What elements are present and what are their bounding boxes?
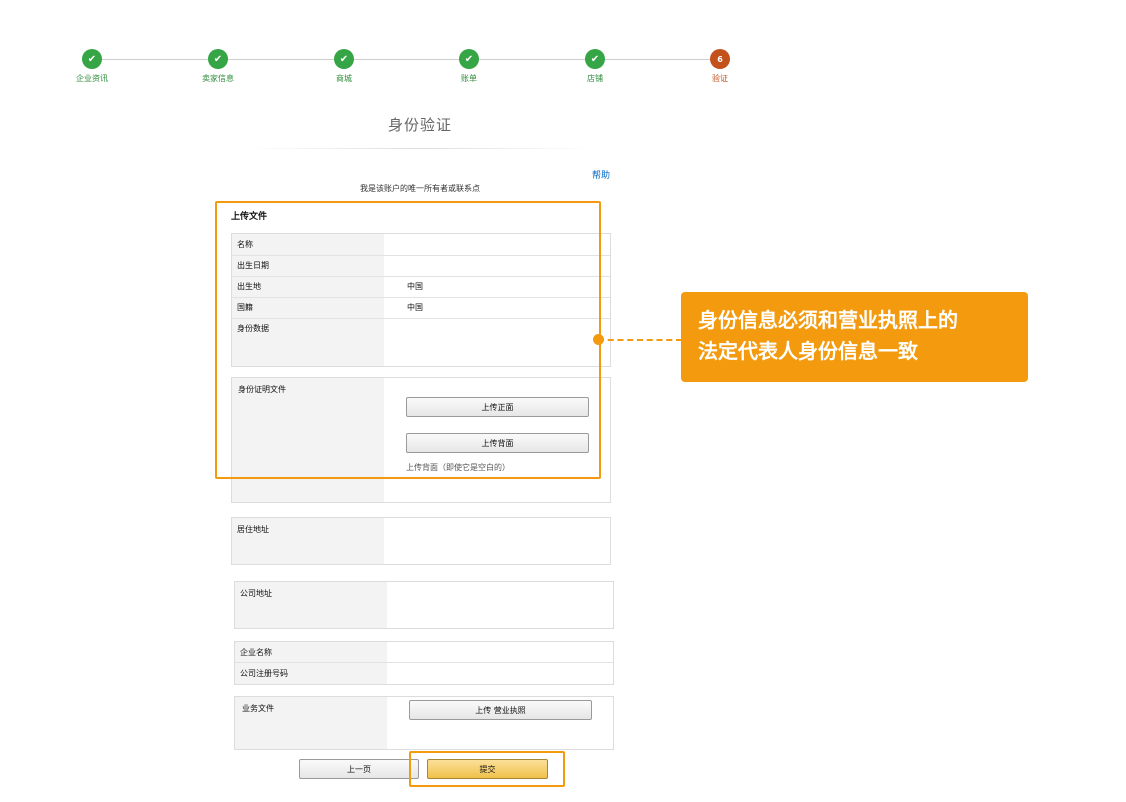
step-label: 验证 bbox=[712, 74, 728, 83]
step-label: 商城 bbox=[336, 74, 352, 83]
upload-section-highlight bbox=[215, 201, 601, 479]
step-seller-info: ✔ 卖家信息 bbox=[178, 49, 258, 84]
business-docs-label: 业务文件 bbox=[242, 704, 274, 713]
check-icon: ✔ bbox=[208, 49, 228, 69]
table-row: 公司注册号码 bbox=[235, 663, 613, 683]
title-divider bbox=[245, 148, 595, 149]
step-marketplace: ✔ 商城 bbox=[304, 49, 384, 84]
step-label: 店铺 bbox=[587, 74, 603, 83]
step-verification: 6 验证 bbox=[680, 49, 760, 84]
check-icon: ✔ bbox=[459, 49, 479, 69]
submit-highlight bbox=[409, 751, 565, 787]
company-info-table: 企业名称 公司注册号码 bbox=[234, 641, 614, 685]
residence-address-label: 居住地址 bbox=[237, 525, 269, 534]
step-label: 卖家信息 bbox=[202, 74, 234, 83]
help-link[interactable]: 帮助 bbox=[592, 168, 610, 181]
identity-callout: 身份信息必须和营业执照上的 法定代表人身份信息一致 bbox=[681, 292, 1028, 382]
table-row: 企业名称 bbox=[235, 642, 613, 663]
company-address-box: 公司地址 bbox=[234, 581, 614, 629]
check-icon: ✔ bbox=[82, 49, 102, 69]
owner-note: 我是该账户的唯一所有者或联系点 bbox=[360, 184, 480, 193]
company-name-label: 企业名称 bbox=[240, 648, 272, 657]
check-icon: ✔ bbox=[585, 49, 605, 69]
callout-line-1: 身份信息必须和营业执照上的 bbox=[698, 308, 958, 332]
company-reg-label: 公司注册号码 bbox=[240, 669, 288, 678]
check-icon: ✔ bbox=[334, 49, 354, 69]
step-label: 企业资讯 bbox=[76, 74, 108, 83]
page-title: 身份验证 bbox=[387, 116, 452, 134]
step-billing: ✔ 账单 bbox=[429, 49, 509, 84]
step-number-badge: 6 bbox=[710, 49, 730, 69]
company-address-label: 公司地址 bbox=[240, 589, 272, 598]
residence-address-box: 居住地址 bbox=[231, 517, 611, 565]
step-company-info: ✔ 企业资讯 bbox=[52, 49, 132, 84]
callout-connector bbox=[598, 339, 682, 341]
step-label: 账单 bbox=[461, 74, 477, 83]
prev-page-button[interactable]: 上一页 bbox=[299, 759, 419, 779]
connector-dot bbox=[593, 334, 604, 345]
step-store: ✔ 店铺 bbox=[555, 49, 635, 84]
callout-line-2: 法定代表人身份信息一致 bbox=[698, 339, 918, 363]
upload-license-button[interactable]: 上传 营业执照 bbox=[409, 700, 592, 720]
